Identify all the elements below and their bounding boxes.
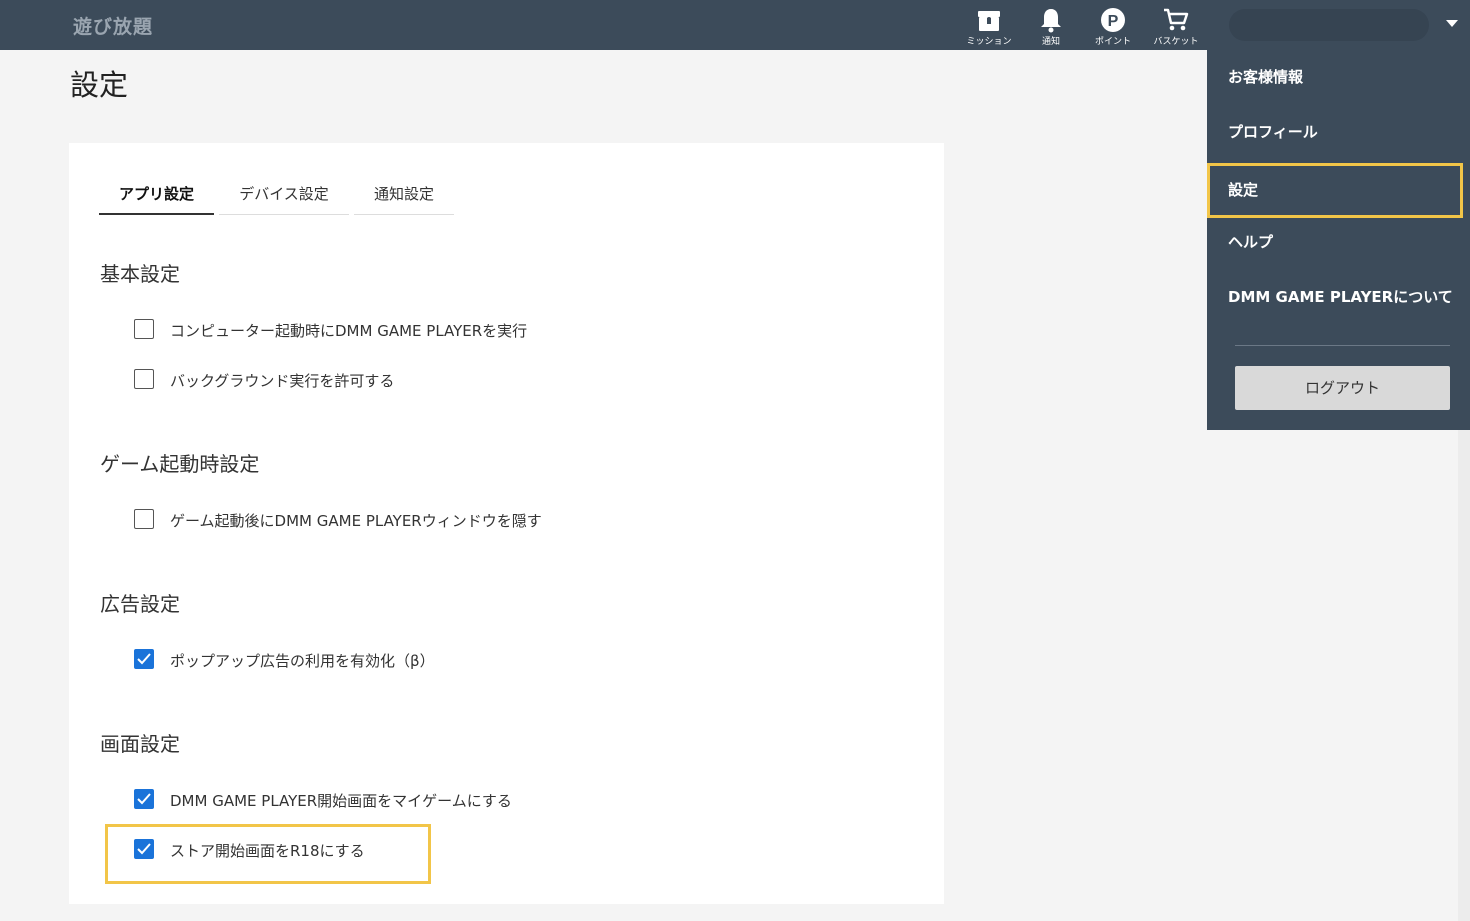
hide-window-checkbox[interactable] bbox=[134, 509, 154, 529]
mission-icon bbox=[978, 11, 1000, 31]
tab-notification-settings[interactable]: 通知設定 bbox=[354, 177, 454, 215]
bell-icon bbox=[1041, 9, 1061, 33]
tab-device-settings[interactable]: デバイス設定 bbox=[219, 177, 349, 215]
option-label: バックグラウンド実行を許可する bbox=[170, 372, 395, 390]
tab-app-settings[interactable]: アプリ設定 bbox=[99, 177, 214, 215]
basket-label: バスケット bbox=[1153, 37, 1199, 47]
account-dropdown-menu: お客様情報 プロフィール 設定 ヘルプ DMM GAME PLAYERについて … bbox=[1207, 50, 1470, 430]
point-icon: P bbox=[1101, 8, 1125, 32]
mission-label: ミッション bbox=[966, 37, 1012, 47]
popup-ads-checkbox[interactable] bbox=[134, 649, 154, 669]
menu-item-profile[interactable]: プロフィール bbox=[1207, 105, 1463, 160]
store-r18-highlight bbox=[105, 824, 431, 884]
user-name-redacted bbox=[1229, 9, 1429, 41]
logout-button[interactable]: ログアウト bbox=[1235, 366, 1450, 410]
page-title: 設定 bbox=[70, 68, 129, 102]
notification-button[interactable]: 通知 bbox=[1021, 5, 1081, 47]
menu-item-settings[interactable]: 設定 bbox=[1207, 163, 1463, 218]
section-title-basic: 基本設定 bbox=[100, 262, 180, 286]
section-title-game-launch: ゲーム起動時設定 bbox=[100, 452, 260, 476]
svg-text:P: P bbox=[1108, 13, 1119, 30]
top-header: 遊び放題 ミッション 通知 P ポイント バスケット bbox=[0, 0, 1470, 50]
option-label: DMM GAME PLAYER開始画面をマイゲームにする bbox=[170, 792, 512, 810]
menu-item-customer-info[interactable]: お客様情報 bbox=[1207, 50, 1463, 105]
option-label: ゲーム起動後にDMM GAME PLAYERウィンドウを隠す bbox=[170, 512, 542, 530]
cart-icon bbox=[1164, 8, 1189, 31]
check-icon bbox=[137, 653, 151, 665]
option-label: コンピューター起動時にDMM GAME PLAYERを実行 bbox=[170, 322, 528, 340]
background-run-checkbox[interactable] bbox=[134, 369, 154, 389]
menu-item-help[interactable]: ヘルプ bbox=[1207, 215, 1463, 270]
menu-divider bbox=[1235, 345, 1450, 346]
basket-button[interactable]: バスケット bbox=[1146, 5, 1206, 47]
start-mygame-checkbox[interactable] bbox=[134, 789, 154, 809]
app-logo[interactable]: 遊び放題 bbox=[73, 12, 153, 39]
chevron-down-icon bbox=[1446, 20, 1458, 27]
mission-button[interactable]: ミッション bbox=[959, 5, 1019, 47]
section-title-screen: 画面設定 bbox=[100, 732, 180, 756]
vertical-scrollbar[interactable] bbox=[1458, 430, 1470, 921]
menu-item-about[interactable]: DMM GAME PLAYERについて bbox=[1207, 270, 1463, 325]
point-button[interactable]: P ポイント bbox=[1083, 5, 1143, 47]
section-title-ads: 広告設定 bbox=[100, 592, 180, 616]
user-account-toggle[interactable] bbox=[1207, 0, 1470, 50]
option-label: ポップアップ広告の利用を有効化（β） bbox=[170, 652, 435, 670]
check-icon bbox=[137, 793, 151, 805]
point-label: ポイント bbox=[1094, 37, 1131, 47]
notification-label: 通知 bbox=[1041, 37, 1060, 47]
launch-on-startup-checkbox[interactable] bbox=[134, 319, 154, 339]
settings-card: アプリ設定 デバイス設定 通知設定 基本設定 コンピューター起動時にDMM GA… bbox=[69, 143, 944, 904]
